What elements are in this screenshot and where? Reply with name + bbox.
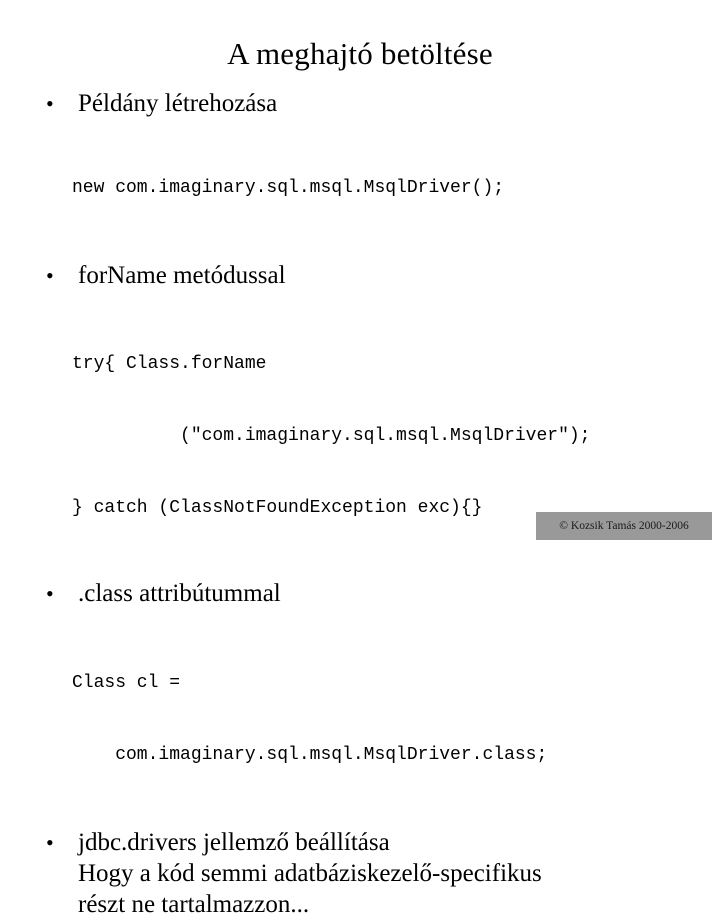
bullet-label: forName metódussal — [78, 262, 286, 289]
code-block: Class cl = com.imaginary.sql.msql.MsqlDr… — [0, 623, 720, 815]
bullet-item: • forName metódussal — [0, 260, 720, 291]
code-line: com.imaginary.sql.msql.MsqlDriver.class; — [72, 745, 548, 765]
bullet-label: jdbc.drivers jellemző beállítása — [78, 829, 390, 856]
code-line: Class cl = — [72, 673, 181, 693]
slide-body: • Példány létrehozása new com.imaginary.… — [0, 88, 720, 920]
code-block: new com.imaginary.sql.msql.MsqlDriver(); — [0, 128, 720, 248]
code-line: try{ Class.forName — [72, 354, 267, 374]
bullet-dot-icon: • — [46, 263, 54, 288]
bullet-dot-icon: • — [46, 581, 54, 606]
code-line: ("com.imaginary.sql.msql.MsqlDriver"); — [72, 426, 591, 446]
bullet-continuation-line: részt ne tartalmazzon... — [78, 891, 310, 918]
bullet-dot-icon: • — [46, 830, 54, 855]
bullet-item: • Példány létrehozása — [0, 88, 720, 119]
bullet-label: .class attribútummal — [78, 580, 281, 607]
code-line: new com.imaginary.sql.msql.MsqlDriver(); — [72, 178, 505, 198]
bullet-item: • .class attribútummal — [0, 578, 720, 609]
bullet-dot-icon: • — [46, 91, 54, 116]
bullet-item: • jdbc.drivers jellemző beállítása Hogy … — [0, 827, 720, 920]
copyright-footer: © Kozsik Tamás 2000-2006 — [536, 512, 712, 540]
bullet-continuation-line: Hogy a kód semmi adatbáziskezelő-specifi… — [78, 860, 542, 887]
bullet-label: Példány létrehozása — [78, 90, 278, 117]
page-title: A meghajtó betöltése — [227, 35, 493, 71]
slide: A meghajtó betöltése • Példány létrehozá… — [0, 0, 720, 918]
